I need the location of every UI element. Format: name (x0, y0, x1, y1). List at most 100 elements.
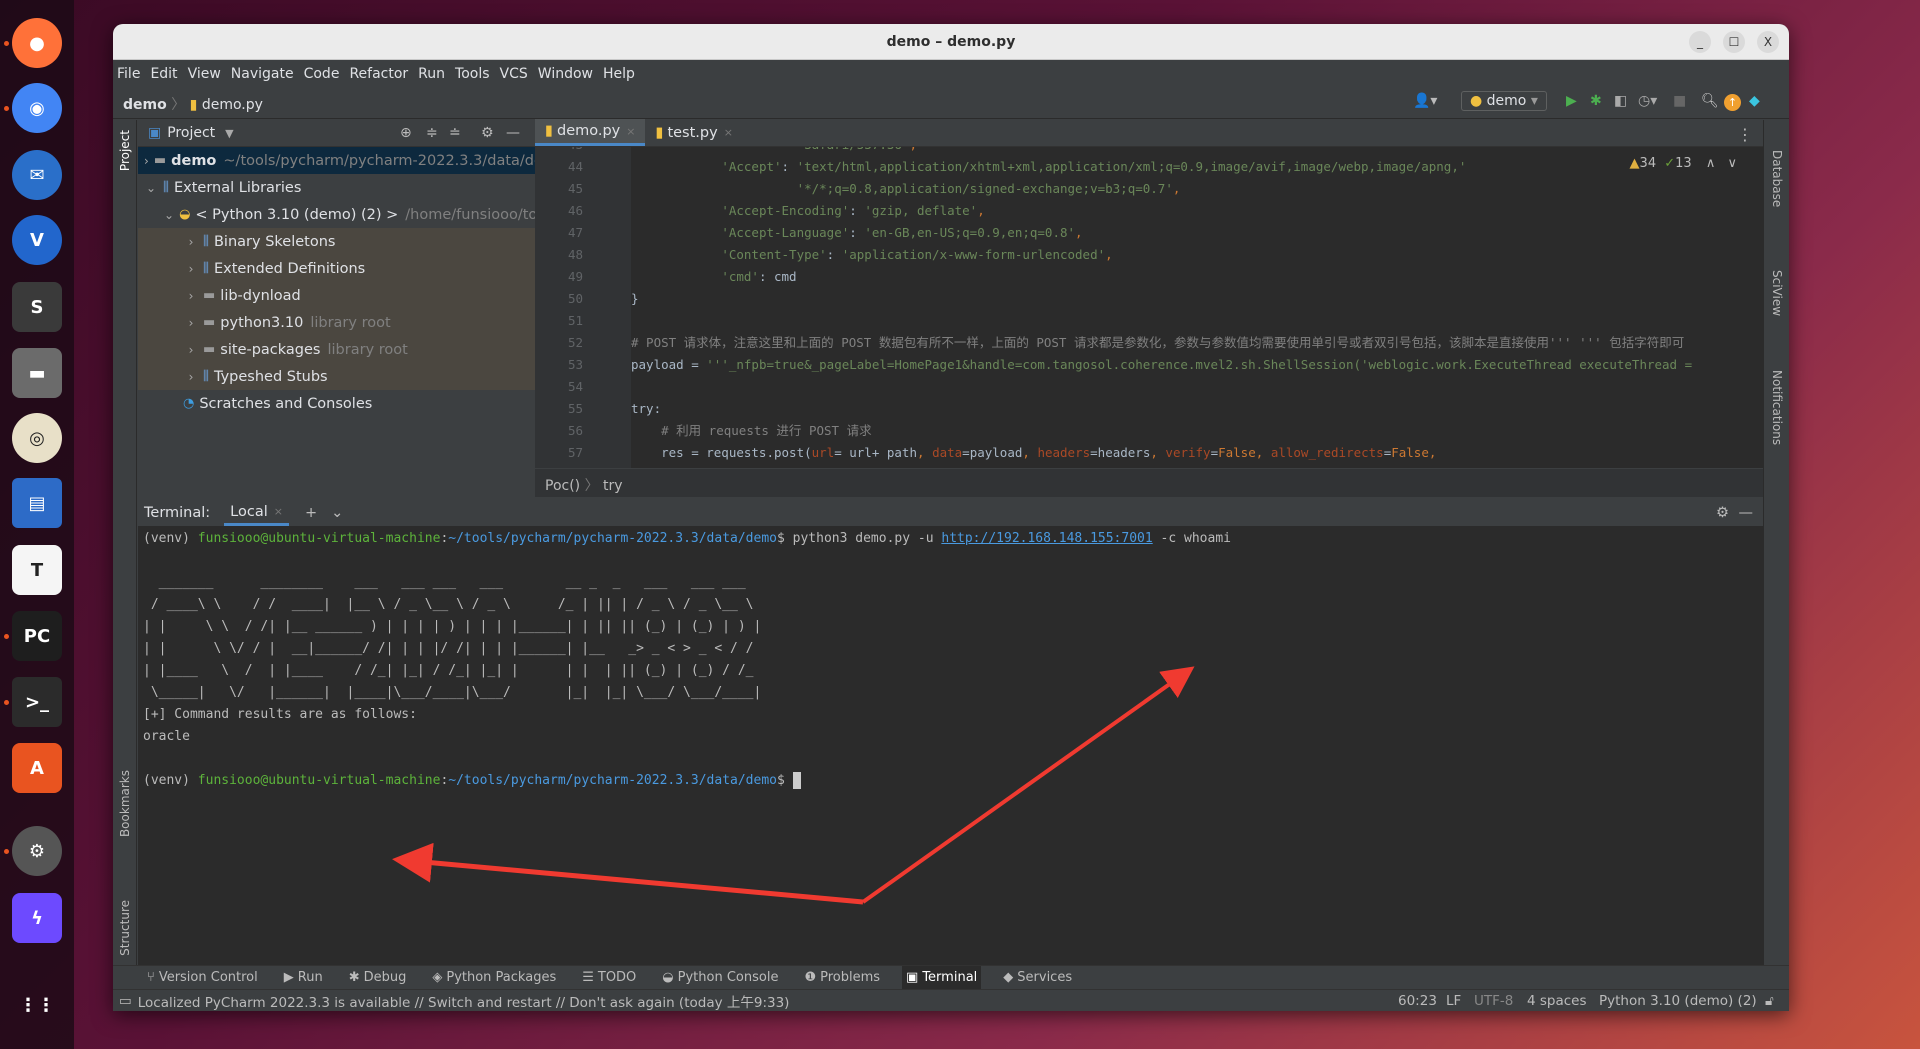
settings-launcher[interactable]: ⚙ (12, 826, 62, 876)
indent-setting[interactable]: 4 spaces (1527, 993, 1587, 1009)
breadcrumb-project[interactable]: demo (123, 97, 167, 113)
expand-arrow-icon[interactable]: › (184, 370, 198, 384)
app-center-launcher[interactable]: A (12, 743, 62, 793)
tree-item[interactable]: › ▬ python3.10 library root (138, 309, 535, 336)
pycharm-launcher[interactable]: PC (12, 611, 62, 661)
project-tool-button[interactable]: Project (118, 130, 132, 171)
tree-item[interactable]: › ▬ site-packages library root (138, 336, 535, 363)
tool-window-terminal[interactable]: ▣ Terminal (902, 965, 982, 990)
structure-tool-button[interactable]: Structure (118, 900, 132, 956)
close-tab-icon[interactable]: × (274, 505, 283, 518)
tab-test-py[interactable]: ▮ test.py × (645, 119, 742, 146)
caret-position[interactable]: 60:23 (1398, 993, 1437, 1009)
files-launcher[interactable]: ▬ (12, 348, 62, 398)
hide-icon[interactable]: — (506, 125, 520, 141)
expand-all-icon[interactable]: ≑ (426, 125, 438, 141)
tool-window-problems[interactable]: ❶ Problems (800, 966, 884, 990)
menu-run[interactable]: Run (418, 66, 445, 82)
next-highlight-icon[interactable]: ∨ (1727, 156, 1737, 171)
menu-window[interactable]: Window (538, 66, 593, 82)
sciview-tool-button[interactable]: SciView (1770, 270, 1784, 316)
collapse-all-icon[interactable]: ≐ (449, 125, 461, 141)
database-tool-button[interactable]: Database (1770, 150, 1784, 207)
menu-file[interactable]: File (117, 66, 140, 82)
tree-item[interactable]: ⌄ ⫼ External Libraries (138, 174, 535, 201)
run-icon[interactable]: ▶ (1566, 93, 1577, 109)
close-tab-icon[interactable]: × (626, 125, 635, 138)
expand-arrow-icon[interactable]: › (184, 289, 198, 303)
tree-item[interactable]: ⌄ ◒ < Python 3.10 (demo) (2) > /home/funsio… (138, 201, 535, 228)
expand-arrow-icon[interactable]: › (184, 262, 198, 276)
expand-arrow-icon[interactable]: › (184, 316, 198, 330)
bookmarks-tool-button[interactable]: Bookmarks (118, 770, 132, 837)
firefox-launcher[interactable]: ● (12, 18, 62, 68)
tool-window-python-console[interactable]: ◒ Python Console (658, 966, 782, 990)
expand-arrow-icon[interactable]: › (144, 154, 149, 168)
breadcrumb-function[interactable]: Poc() (545, 478, 580, 494)
tree-item[interactable]: › ▬ lib-dynload (138, 282, 535, 309)
sublime-text-launcher[interactable]: S (12, 282, 62, 332)
expand-arrow-icon[interactable]: ⌄ (164, 208, 174, 222)
search-icon[interactable]: 🔍︎ (1701, 93, 1719, 109)
chevron-down-icon[interactable]: ⌄ (331, 505, 343, 521)
gear-icon[interactable]: ⚙ (1716, 505, 1729, 521)
menu-help[interactable]: Help (603, 66, 635, 82)
jetbrains-icon[interactable]: ◆ (1749, 93, 1760, 109)
inspection-widget[interactable]: ▲34 ✓13 ∧ ∨ (1630, 156, 1737, 171)
python-interpreter[interactable]: Python 3.10 (demo) (2) (1599, 993, 1757, 1009)
menu-view[interactable]: View (188, 66, 221, 82)
breadcrumb-block[interactable]: try (603, 478, 623, 494)
tab-demo-py[interactable]: ▮ demo.py × (535, 119, 646, 146)
hide-icon[interactable]: — (1739, 505, 1754, 521)
rhythmbox-launcher[interactable]: ◎ (12, 413, 62, 463)
tree-item[interactable]: › ⫼ Extended Definitions (138, 255, 535, 282)
expand-arrow-icon[interactable]: › (184, 235, 198, 249)
close-button[interactable]: X (1757, 31, 1779, 53)
maximize-button[interactable]: ☐ (1723, 31, 1745, 53)
stop-icon[interactable]: ■ (1673, 93, 1686, 109)
previous-highlight-icon[interactable]: ∧ (1706, 156, 1716, 171)
vscodium-launcher[interactable]: V (12, 215, 62, 265)
breadcrumb-file[interactable]: demo.py (202, 97, 263, 113)
tree-item[interactable]: › ⫼ Typeshed Stubs (138, 363, 535, 390)
tree-item[interactable]: › ▬ demo ~/tools/pycharm/pycharm-2022.3.3/d… (138, 147, 535, 174)
expand-arrow-icon[interactable]: › (184, 343, 198, 357)
tool-window-todo[interactable]: ☰ TODO (578, 966, 640, 990)
tool-window-run[interactable]: ▶ Run (280, 966, 327, 990)
line-separator[interactable]: LF (1446, 993, 1461, 1009)
tree-item[interactable]: ◔ Scratches and Consoles (138, 390, 535, 417)
fork-launcher[interactable]: ϟ (12, 893, 62, 943)
update-icon[interactable]: ↑ (1724, 94, 1741, 111)
expand-arrow-icon[interactable]: ⌄ (144, 181, 158, 195)
close-tab-icon[interactable]: × (724, 126, 733, 139)
code-area[interactable]: 43 'Safari/537.36',44 'Accept': 'text/ht… (535, 147, 1763, 468)
menu-refactor[interactable]: Refactor (349, 66, 408, 82)
thunderbird-launcher[interactable]: ✉ (12, 150, 62, 200)
chrome-launcher[interactable]: ◉ (12, 83, 62, 133)
menu-code[interactable]: Code (304, 66, 340, 82)
menu-navigate[interactable]: Navigate (231, 66, 294, 82)
locate-icon[interactable]: ⊕ (400, 125, 412, 141)
user-icon[interactable]: 👤▾ (1413, 93, 1437, 109)
minimize-button[interactable]: _ (1689, 31, 1711, 53)
tool-window-version-control[interactable]: ⑂ Version Control (143, 966, 262, 990)
menu-vcs[interactable]: VCS (500, 66, 528, 82)
menu-edit[interactable]: Edit (150, 66, 177, 82)
libreoffice-writer-launcher[interactable]: ▤ (12, 478, 62, 528)
notifications-tool-button[interactable]: Notifications (1770, 370, 1784, 445)
chevron-down-icon[interactable]: ▼ (225, 127, 233, 140)
debug-icon[interactable]: ✱ (1590, 93, 1602, 109)
tool-window-debug[interactable]: ✱ Debug (345, 966, 411, 990)
tool-window-python-packages[interactable]: ◈ Python Packages (428, 966, 560, 990)
coverage-icon[interactable]: ◧ (1614, 93, 1627, 109)
lock-icon[interactable]: 🔓︎ (1765, 993, 1774, 1009)
typora-launcher[interactable]: T (12, 545, 62, 595)
target-url-link[interactable]: http://192.168.148.155:7001 (941, 531, 1152, 546)
run-config-select[interactable]: ● demo ▾ (1461, 91, 1547, 111)
profile-icon[interactable]: ◷▾ (1638, 93, 1657, 109)
terminal-launcher[interactable]: >_ (12, 677, 62, 727)
gear-icon[interactable]: ⚙ (481, 125, 494, 141)
terminal-panel[interactable]: Terminal: Local × + ⌄ ⚙ — (venv) funsiooo… (138, 500, 1763, 965)
project-panel-title[interactable]: Project (167, 125, 215, 141)
tree-item[interactable]: › ⫼ Binary Skeletons (138, 228, 535, 255)
